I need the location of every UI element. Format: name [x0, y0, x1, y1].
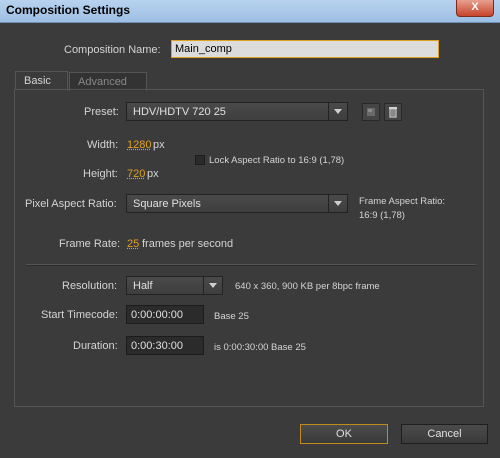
title-bar: Composition Settings X — [0, 0, 500, 23]
composition-name-label: Composition Name: — [64, 44, 161, 56]
resolution-label: Resolution: — [62, 280, 118, 292]
width-value[interactable]: 1280 — [127, 139, 151, 151]
frame-rate-value[interactable]: 25 — [127, 238, 139, 250]
pixel-aspect-value: Square Pixels — [133, 198, 201, 210]
cancel-button[interactable]: Cancel — [401, 424, 488, 444]
divider — [26, 264, 476, 266]
height-label: Height: — [83, 168, 118, 180]
start-timecode-base: Base 25 — [214, 311, 249, 322]
save-preset-icon[interactable] — [362, 103, 380, 121]
pixel-aspect-dropdown[interactable]: Square Pixels — [126, 194, 348, 213]
width-label: Width: — [87, 139, 119, 151]
trash-icon[interactable] — [384, 103, 402, 121]
pixel-aspect-label: Pixel Aspect Ratio: — [25, 198, 117, 210]
preset-label: Preset: — [84, 106, 119, 118]
ok-button[interactable]: OK — [300, 424, 388, 444]
composition-name-input[interactable]: Main_comp — [171, 40, 439, 58]
start-timecode-label: Start Timecode: — [41, 309, 119, 321]
duration-input[interactable]: 0:00:30:00 — [126, 336, 204, 355]
chevron-down-icon — [328, 195, 347, 212]
frame-aspect-value: 16:9 (1,78) — [359, 210, 405, 221]
duration-label: Duration: — [73, 340, 118, 352]
lock-aspect-label: Lock Aspect Ratio to 16:9 (1,78) — [209, 155, 345, 166]
chevron-down-icon — [328, 103, 347, 120]
chevron-down-icon — [203, 277, 222, 294]
close-button[interactable]: X — [456, 0, 494, 17]
width-unit: px — [153, 139, 165, 151]
resolution-value: Half — [133, 280, 153, 292]
tab-basic[interactable]: Basic — [15, 71, 68, 90]
lock-aspect-checkbox[interactable] — [195, 155, 205, 165]
resolution-info: 640 x 360, 900 KB per 8bpc frame — [235, 281, 380, 292]
start-timecode-input[interactable]: 0:00:00:00 — [126, 305, 204, 324]
height-unit: px — [147, 168, 159, 180]
resolution-dropdown[interactable]: Half — [126, 276, 223, 295]
window-title: Composition Settings — [6, 3, 130, 17]
height-value[interactable]: 720 — [127, 168, 145, 180]
preset-value: HDV/HDTV 720 25 — [133, 106, 226, 118]
frame-aspect-label: Frame Aspect Ratio: — [359, 196, 446, 207]
duration-info: is 0:00:30:00 Base 25 — [214, 342, 306, 353]
preset-dropdown[interactable]: HDV/HDTV 720 25 — [126, 102, 348, 121]
frame-rate-unit: frames per second — [142, 238, 234, 250]
frame-rate-label: Frame Rate: — [59, 238, 121, 250]
